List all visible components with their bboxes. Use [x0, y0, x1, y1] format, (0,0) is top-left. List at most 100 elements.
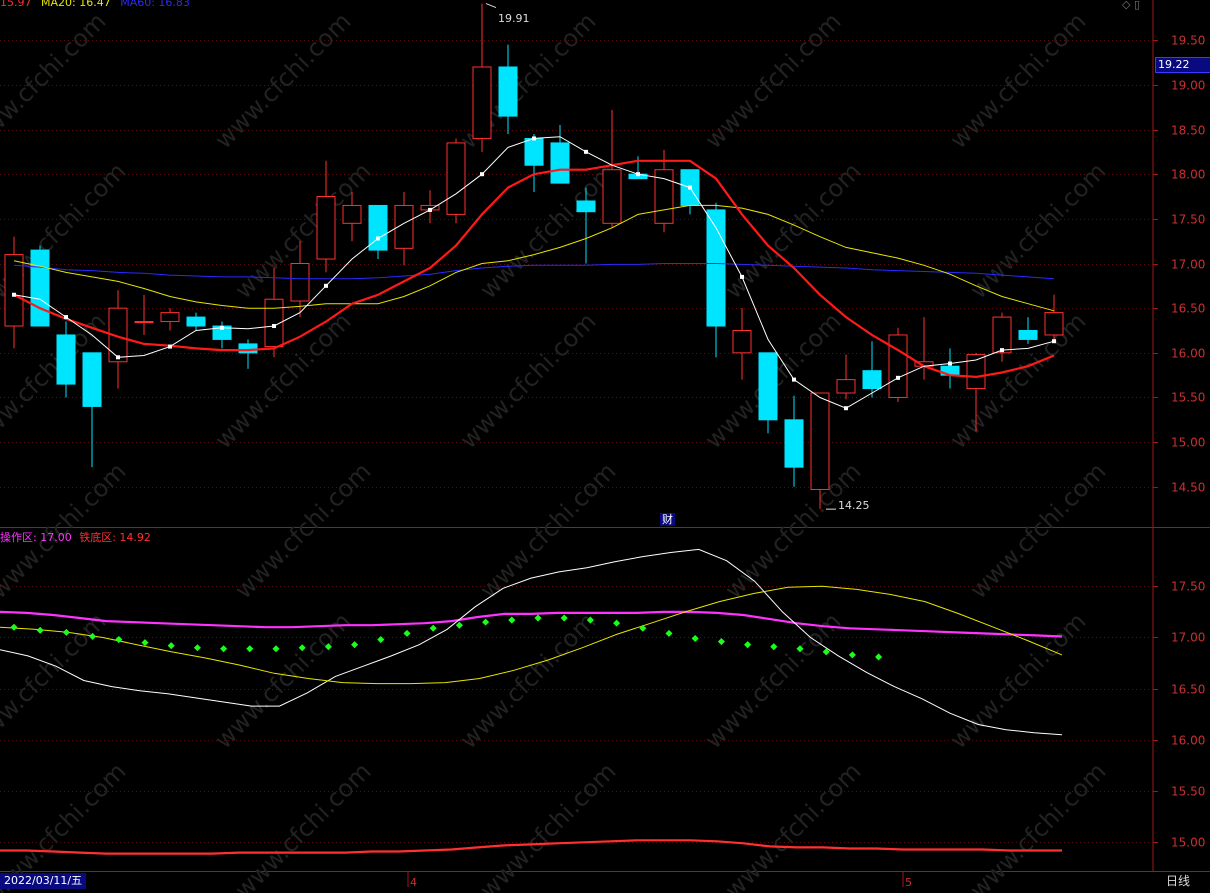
watermark-text: www.cfchi.com [229, 757, 376, 893]
candle-body-down [30, 249, 50, 327]
candle-body-down [186, 316, 206, 327]
dotted-series-point [744, 641, 752, 649]
ma5-point [376, 236, 380, 241]
watermark-text: www.cfchi.com [474, 757, 621, 893]
indicator-tick-label: 15.50 [1171, 785, 1205, 799]
dotted-series-point [717, 638, 725, 646]
ma5-point [532, 136, 536, 141]
min-price-label: 14.25 [838, 499, 870, 512]
ma60-legend: MA60: 16.83 [120, 0, 190, 9]
dotted-series-point [875, 653, 883, 661]
candle-body-down [784, 419, 804, 468]
dotted-series-point [351, 641, 359, 649]
price-tick-label: 19.50 [1171, 34, 1205, 48]
watermark-text: www.cfchi.com [474, 457, 621, 604]
ma5-point [792, 377, 796, 382]
dotted-series-point [848, 651, 856, 659]
price-tick-label: 18.00 [1171, 168, 1205, 182]
panel-control-icons[interactable]: ◇ ▯ [1122, 0, 1140, 11]
indicator-tick-label: 17.00 [1171, 631, 1205, 645]
candle-body-down [56, 334, 76, 385]
watermark-text: www.cfchi.com [944, 607, 1091, 754]
ma5-point [636, 172, 640, 177]
watermark-text: www.cfchi.com [699, 607, 846, 754]
ma60-line [13, 263, 1055, 280]
candle-body-down [238, 343, 258, 354]
ma20-legend: MA20: 16.47 [41, 0, 111, 9]
dotted-series-point [141, 639, 149, 647]
watermark-text: www.cfchi.com [229, 457, 376, 604]
dotted-series-point [167, 642, 175, 650]
candle-body-up [342, 204, 362, 224]
ma5-point [428, 207, 432, 212]
candle-body-up [316, 196, 336, 260]
ma5-point [12, 292, 16, 297]
ma5-point [480, 172, 484, 177]
candle-body-down [1018, 329, 1038, 340]
dotted-series-point [10, 623, 18, 631]
indicator-tick-label: 15.00 [1171, 836, 1205, 850]
indicator-tick-label: 16.00 [1171, 734, 1205, 748]
price-tick-label: 18.50 [1171, 124, 1205, 138]
candle-body-down [498, 66, 518, 117]
dotted-series-point [220, 645, 228, 653]
top-legend: 15.97 MA20: 16.47 MA60: 16.83 [0, 0, 196, 9]
dotted-series-point [770, 643, 778, 651]
watermark-text: www.cfchi.com [719, 757, 866, 893]
ma5-point [1052, 339, 1056, 344]
candle-body-down [550, 142, 570, 184]
candle-body-down [758, 352, 778, 421]
dotted-series-point [429, 624, 437, 632]
kline-chart: 19.50 19.00 18.50 18.00 17.50 17.00 16.50 16.00… [0, 0, 1210, 893]
price-tick-label: 15.00 [1171, 436, 1205, 450]
watermark-text: www.cfchi.com [209, 7, 356, 154]
max-pointer [485, 3, 497, 9]
period-label[interactable]: 日线 [1166, 873, 1190, 889]
watermark-text: www.cfchi.com [964, 457, 1111, 604]
ma5-point [324, 283, 328, 288]
dotted-series-point [613, 619, 621, 627]
ma5-point [844, 406, 848, 411]
ma5-point [1000, 348, 1004, 353]
finance-marker[interactable]: 财 [660, 513, 675, 526]
candle-body-down [82, 352, 102, 407]
current-price-tag: 19.22 [1155, 57, 1210, 73]
ma5-point [584, 149, 588, 154]
dotted-series-point [560, 614, 568, 622]
candle-body-up [446, 142, 466, 215]
ma5-point [688, 185, 692, 190]
watermark-text: www.cfchi.com [454, 307, 601, 454]
dotted-series-point [36, 626, 44, 634]
candle-body-up [602, 169, 622, 224]
max-price-label: 19.91 [498, 12, 530, 25]
watermark-text: www.cfchi.com [964, 757, 1111, 893]
watermark-text: www.cfchi.com [699, 7, 846, 154]
ma5-point [168, 344, 172, 349]
candle-body-down [576, 200, 596, 213]
cursor-date: 2022/03/11/五 [0, 873, 87, 889]
candle-body-up [1044, 312, 1064, 336]
dotted-series-point [377, 636, 385, 644]
candle-body-up [290, 263, 310, 302]
candle-body-up [836, 379, 856, 394]
operation-zone-legend: 操作区: 17.00 [0, 531, 72, 544]
watermark-text: www.cfchi.com [964, 157, 1111, 304]
dotted-series-point [193, 644, 201, 652]
indicator-tick-label: 17.50 [1171, 580, 1205, 594]
time-marker-label: 4 [410, 876, 417, 889]
candle-body-up [810, 392, 830, 490]
dotted-series-point [534, 614, 542, 622]
ma5-point [64, 315, 68, 320]
candle-body-up [732, 329, 752, 354]
price-tick-label: 17.50 [1171, 213, 1205, 227]
watermark-text: www.cfchi.com [719, 157, 866, 304]
candle-body-up [888, 334, 908, 398]
watermark-text: www.cfchi.com [0, 7, 111, 154]
watermark-text: www.cfchi.com [0, 607, 111, 754]
price-legend: 15.97 [0, 0, 32, 9]
price-tick-label: 16.50 [1171, 302, 1205, 316]
candle-body-down [862, 370, 882, 390]
dotted-series-point [482, 618, 490, 626]
watermark-group: www.cfchi.com www.cfchi.com www.cfchi.com w… [0, 7, 1111, 893]
price-tick-label: 19.00 [1171, 79, 1205, 93]
